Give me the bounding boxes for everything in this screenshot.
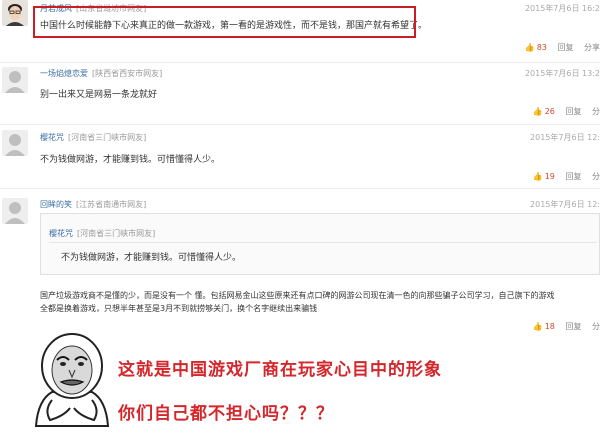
comment-text: 不为钱做网游，才能赚到钱。可惜懂得人少。 — [40, 155, 221, 165]
comment-2: 一场焰熄恋爱 [陕西省西安市网友] 2015年7月6日 13:2 别一出来又是网易… — [0, 62, 600, 122]
quote-divider — [49, 242, 597, 243]
username[interactable]: 樱花咒 — [40, 133, 64, 142]
like-count: 18 — [544, 322, 555, 331]
user-info: 一场焰熄恋爱 [陕西省西安市网友] — [40, 68, 162, 79]
comment-time: 2015年7月6日 16:2 — [524, 4, 600, 13]
user-info: 樱花咒 [河南省三门峡市网友] — [40, 132, 146, 143]
comment-text-line: 国产垃圾游戏商不是懂的少，而是没有一个 懂。包括网易金山这些原来还有点口碑的网游… — [40, 291, 555, 300]
user-location: [陕西省西安市网友] — [92, 69, 163, 78]
user-info: 回眸的笑 [江苏省南通市网友] — [40, 199, 146, 210]
highlight-annotation — [33, 6, 416, 38]
comment-time: 2015年7月6日 12: — [530, 133, 600, 142]
reply-button[interactable]: 回复 — [557, 42, 573, 53]
default-avatar[interactable] — [2, 130, 28, 156]
caption-line-1: 这就是中国游戏厂商在玩家心目中的形象 — [118, 360, 442, 380]
comment-actions: 👍 19 回复 分 — [533, 171, 600, 182]
thumbs-up-icon[interactable]: 👍 — [533, 172, 543, 181]
user-location: [江苏省南通市网友] — [76, 200, 147, 209]
quote-username[interactable]: 樱花咒 — [49, 229, 73, 238]
user-avatar[interactable] — [2, 0, 28, 26]
username[interactable]: 一场焰熄恋爱 — [40, 69, 88, 78]
reply-button[interactable]: 回复 — [565, 321, 581, 332]
comment-time: 2015年7月6日 12: — [530, 200, 600, 209]
share-button[interactable]: 分享 — [584, 42, 600, 53]
caption-line-2: 你们自己都不担心吗？？？ — [118, 404, 334, 424]
quote-text: 不为钱做网游，才能赚到钱。可惜懂得人少。 — [61, 253, 242, 263]
share-button[interactable]: 分 — [592, 321, 600, 332]
reply-button[interactable]: 回复 — [565, 106, 581, 117]
comment-actions: 👍 26 回复 分 — [533, 106, 600, 117]
thumbs-up-icon[interactable]: 👍 — [533, 322, 543, 331]
comment-text-line: 全都是换着游戏，只想半年甚至是3月不到就捞够关门，换个名字继续出来骗钱 — [40, 304, 318, 313]
comment-actions: 👍 83 回复 分享 — [525, 42, 600, 53]
like-count: 26 — [544, 107, 555, 116]
default-avatar[interactable] — [2, 67, 28, 93]
share-button[interactable]: 分 — [592, 171, 600, 182]
comment-text: 别一出来又是网易一条龙就好 — [40, 90, 158, 100]
thumbs-up-icon[interactable]: 👍 — [533, 107, 543, 116]
username[interactable]: 回眸的笑 — [40, 200, 72, 209]
quote-user-info: 樱花咒 [河南省三门峡市网友] — [49, 228, 155, 239]
reply-button[interactable]: 回复 — [565, 171, 581, 182]
default-avatar[interactable] — [2, 198, 28, 224]
quote-user-location: [河南省三门峡市网友] — [77, 229, 156, 238]
like-count: 83 — [536, 43, 547, 52]
like-count: 19 — [544, 172, 555, 181]
comment-actions: 👍 18 回复 分 — [533, 321, 600, 332]
meme-face-illustration — [30, 330, 114, 430]
user-location: [河南省三门峡市网友] — [68, 133, 147, 142]
comment-time: 2015年7月6日 13:2 — [524, 69, 600, 78]
comment-3: 樱花咒 [河南省三门峡市网友] 2015年7月6日 12: 不为钱做网游，才能赚到… — [0, 124, 600, 186]
thumbs-up-icon[interactable]: 👍 — [525, 43, 535, 52]
share-button[interactable]: 分 — [592, 106, 600, 117]
quoted-comment: 樱花咒 [河南省三门峡市网友] 不为钱做网游，才能赚到钱。可惜懂得人少。 — [40, 213, 600, 275]
